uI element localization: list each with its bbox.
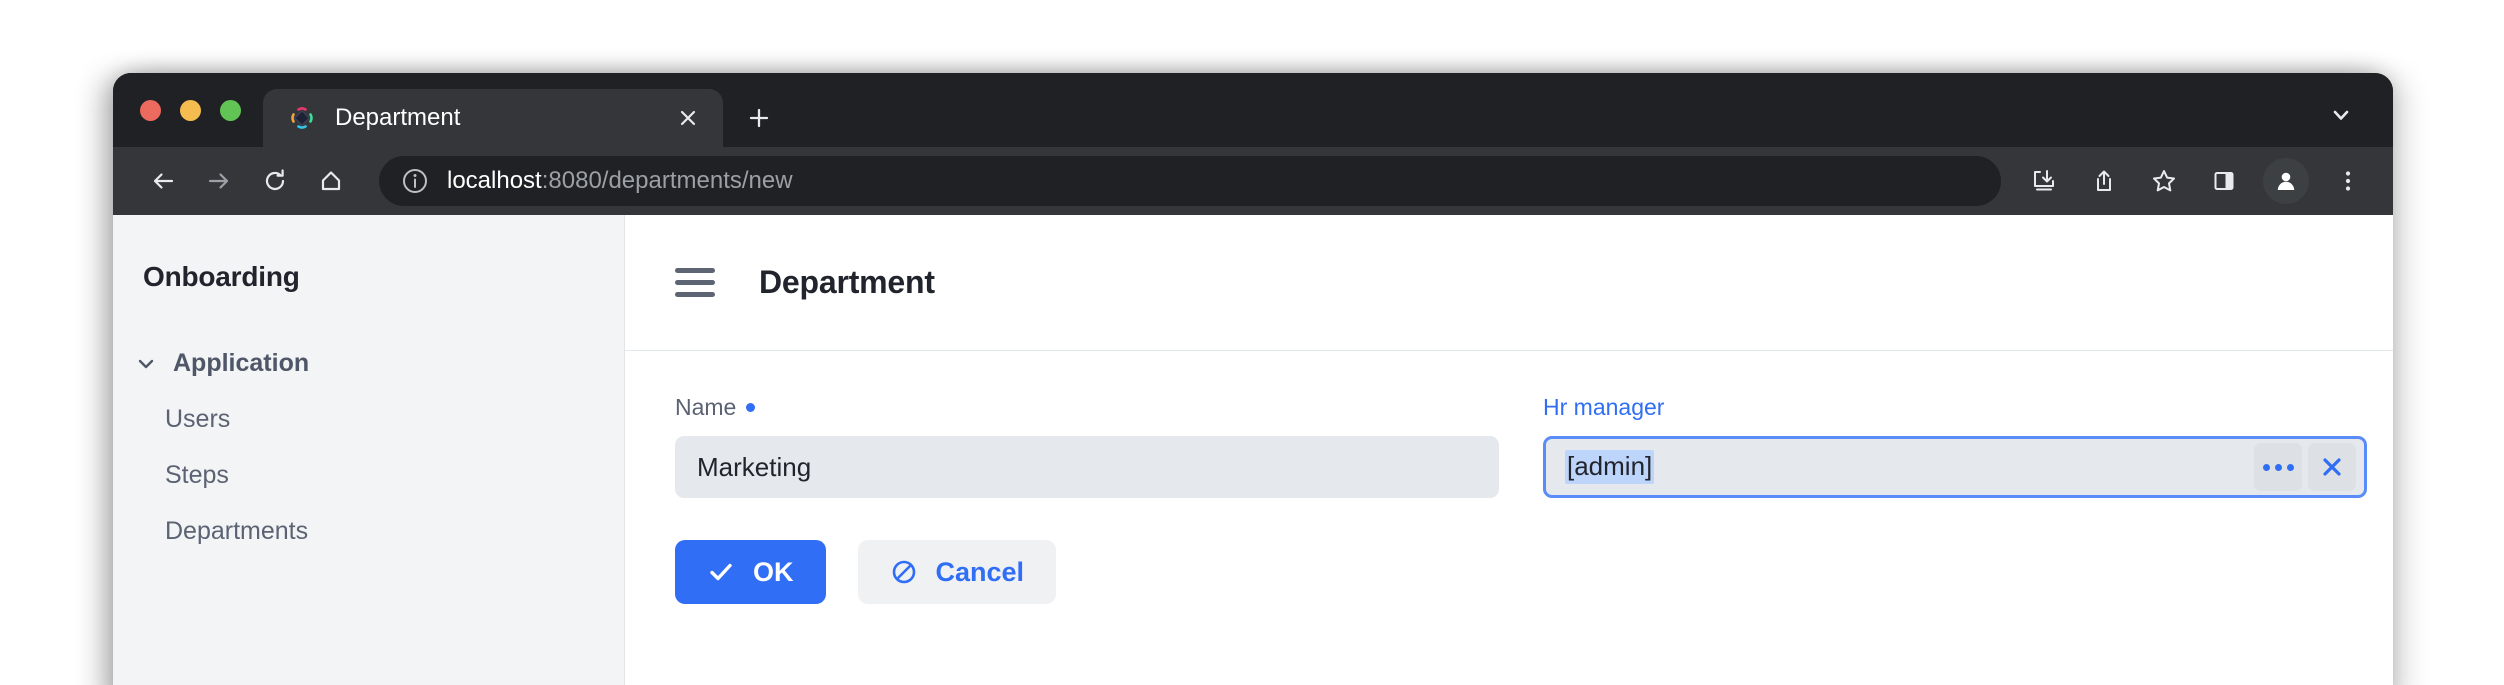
hr-manager-input[interactable]: [admin] (1543, 436, 2367, 498)
page-viewport: Onboarding Application Users Steps Depar… (113, 215, 2393, 685)
profile-button[interactable] (2263, 158, 2309, 204)
address-bar-url: localhost:8080/departments/new (447, 167, 793, 195)
side-panel-icon (2214, 172, 2234, 190)
sidebar-section-label: Application (173, 349, 310, 377)
ok-button-label: OK (753, 556, 794, 587)
toolbar-actions (2017, 154, 2375, 208)
bookmark-button[interactable] (2137, 154, 2191, 208)
tab-close-icon[interactable] (671, 101, 705, 135)
browser-window: Department localhost:8080/departments/ne… (113, 73, 2393, 685)
sidebar-section-application[interactable]: Application (113, 293, 624, 378)
sidebar-item-departments[interactable]: Departments (113, 490, 624, 546)
field-name-label-text: Name (675, 393, 737, 420)
site-info-icon[interactable] (399, 165, 431, 197)
required-indicator-dot (746, 402, 756, 412)
browser-toolbar: localhost:8080/departments/new (113, 147, 2393, 215)
cancel-button[interactable]: Cancel (857, 540, 1057, 604)
window-maximize-button[interactable] (220, 99, 241, 121)
app-sidebar: Onboarding Application Users Steps Depar… (113, 215, 625, 685)
sidebar-item-label: Users (165, 405, 231, 433)
reload-icon (265, 169, 285, 190)
window-close-button[interactable] (140, 99, 161, 121)
address-bar-host: localhost (447, 167, 542, 194)
browser-tab-strip: Department (113, 73, 2393, 147)
home-icon (321, 171, 341, 191)
field-name-label: Name (675, 393, 1499, 421)
more-vertical-icon (2345, 171, 2351, 191)
profile-avatar-icon (2277, 172, 2295, 190)
hr-manager-input-actions (2254, 443, 2356, 491)
form-actions: OK Cancel (675, 540, 2343, 604)
home-button[interactable] (303, 153, 359, 209)
sidebar-item-label: Departments (165, 517, 309, 545)
address-bar-path: :8080/departments/new (541, 167, 793, 194)
field-hr-manager-label-text: Hr manager (1543, 393, 1665, 420)
hamburger-menu-icon[interactable] (675, 268, 715, 297)
plus-icon (749, 108, 769, 128)
app-brand-title: Onboarding (143, 261, 300, 292)
sidebar-item-users[interactable]: Users (113, 378, 624, 434)
view-header: Department (625, 215, 2393, 351)
hr-manager-clear-button[interactable] (2308, 443, 2356, 491)
browser-tab[interactable]: Department (263, 89, 723, 147)
vaadin-diamond-icon (289, 105, 315, 131)
department-form: Name Marketing Hr manager [admin] OK Can… (625, 351, 2393, 604)
sidebar-item-steps[interactable]: Steps (113, 434, 624, 490)
reload-button[interactable] (247, 153, 303, 209)
page-title: Department (759, 264, 935, 300)
bookmark-star-icon (2153, 170, 2175, 192)
install-app-button[interactable] (2017, 154, 2071, 208)
cancel-button-label: Cancel (935, 556, 1025, 587)
window-traffic-lights (113, 73, 263, 147)
browser-tab-title: Department (335, 104, 461, 131)
sidebar-item-label: Steps (165, 461, 229, 489)
name-input-value: Marketing (697, 451, 812, 482)
arrow-right-icon (208, 173, 229, 189)
field-name: Name Marketing (675, 393, 1499, 498)
form-row: Name Marketing Hr manager [admin] (675, 393, 2367, 498)
field-hr-manager-label: Hr manager (1543, 393, 2367, 421)
field-hr-manager: Hr manager [admin] (1543, 393, 2367, 498)
chevron-down-icon (2333, 110, 2349, 120)
arrow-left-icon (153, 173, 174, 189)
hr-manager-browse-button[interactable] (2254, 443, 2302, 491)
chevron-down-icon (138, 359, 154, 368)
ok-button[interactable]: OK (675, 540, 826, 604)
forward-button[interactable] (191, 153, 247, 209)
block-icon (892, 560, 915, 584)
hr-manager-input-value: [admin] (1565, 450, 1655, 484)
main-content: Department Name Marketing Hr manager [ad… (625, 215, 2393, 685)
new-tab-button[interactable] (733, 92, 785, 144)
browser-menu-button[interactable] (2321, 154, 2375, 208)
install-app-icon (2034, 170, 2054, 191)
back-button[interactable] (135, 153, 191, 209)
ellipsis-icon (2262, 463, 2294, 471)
side-panel-button[interactable] (2197, 154, 2251, 208)
check-icon (710, 563, 732, 581)
window-minimize-button[interactable] (180, 99, 201, 121)
share-icon (2097, 170, 2111, 191)
tab-search-button[interactable] (2319, 93, 2363, 137)
close-icon (2323, 458, 2341, 476)
name-input[interactable]: Marketing (675, 436, 1499, 498)
share-button[interactable] (2077, 154, 2131, 208)
address-bar[interactable]: localhost:8080/departments/new (379, 156, 2001, 206)
